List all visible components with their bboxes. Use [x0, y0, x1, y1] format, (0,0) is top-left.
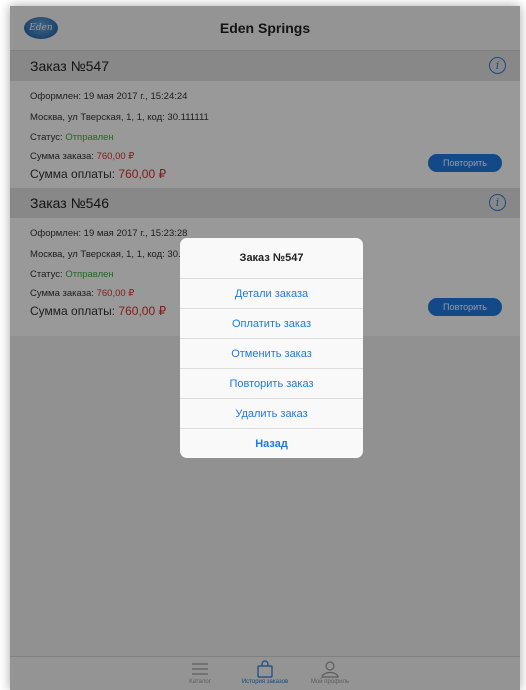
order-details-button[interactable]: Детали заказа	[180, 278, 363, 308]
delete-order-button[interactable]: Удалить заказ	[180, 398, 363, 428]
cancel-order-button[interactable]: Отменить заказ	[180, 338, 363, 368]
pay-order-button[interactable]: Оплатить заказ	[180, 308, 363, 338]
sheet-title: Заказ №547	[239, 252, 304, 264]
app-screen: Eden Eden Springs Заказ №547 i Оформлен:…	[10, 6, 520, 690]
order-action-sheet: Заказ №547 Детали заказа Оплатить заказ …	[180, 238, 363, 458]
back-button[interactable]: Назад	[180, 428, 363, 458]
repeat-order-button[interactable]: Повторить заказ	[180, 368, 363, 398]
